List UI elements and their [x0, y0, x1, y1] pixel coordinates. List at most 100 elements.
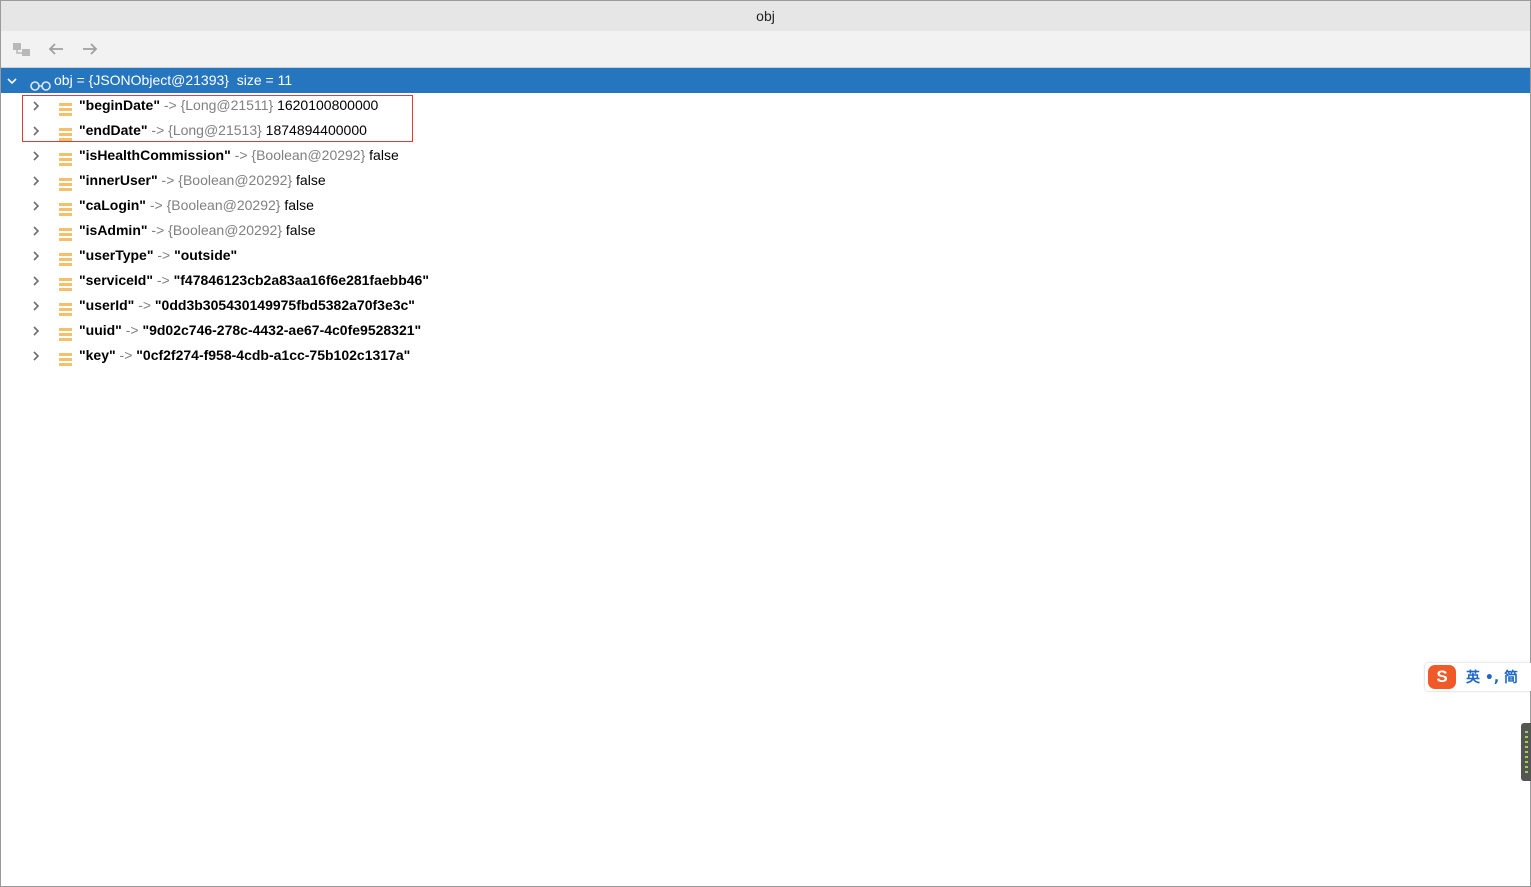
back-arrow-icon[interactable] — [46, 40, 66, 58]
entry-label: "key" -> "0cf2f274-f958-4cdb-a1cc-75b102… — [79, 343, 410, 368]
entry-value: "outside" — [174, 247, 238, 263]
entry-key: "endDate" — [79, 122, 148, 138]
entry-key: "userType" — [79, 247, 154, 263]
forward-arrow-icon[interactable] — [80, 40, 100, 58]
ime-status: 英 •, 简 — [1466, 670, 1519, 686]
entry-arrow: -> — [125, 322, 139, 338]
ime-toolbar[interactable]: S 英 •, 简 — [1425, 663, 1531, 691]
entry-label: "isAdmin" -> {Boolean@20292} false — [79, 218, 315, 243]
window-title: obj — [756, 8, 775, 24]
map-entry-icon — [59, 199, 72, 216]
entry-value: false — [296, 172, 326, 188]
entry-arrow: -> — [156, 272, 170, 288]
entry-value: false — [285, 222, 316, 238]
entry-value: false — [284, 197, 314, 213]
map-entry-icon — [59, 124, 72, 141]
entry-type: {Long@21511} — [180, 97, 274, 113]
entry-arrow: -> — [234, 147, 248, 163]
entry-value: "0cf2f274-f958-4cdb-a1cc-75b102c1317a" — [136, 347, 411, 363]
tree-row[interactable]: "endDate" -> {Long@21513} 1874894400000 — [1, 118, 1530, 143]
entry-arrow: -> — [151, 122, 165, 138]
map-entry-icon — [59, 349, 72, 366]
map-entry-icon — [59, 299, 72, 316]
entry-key: "beginDate" — [79, 97, 160, 113]
entry-arrow: -> — [138, 297, 152, 313]
chevron-right-icon[interactable] — [29, 343, 43, 368]
entry-key: "key" — [79, 347, 116, 363]
entry-type: {Boolean@20292} — [168, 222, 283, 238]
sogou-logo-icon: S — [1428, 665, 1456, 689]
entry-value: "f47846123cb2a83aa16f6e281faebb46" — [173, 272, 429, 288]
entry-label: "userType" -> "outside" — [79, 243, 237, 268]
chevron-right-icon[interactable] — [29, 93, 43, 118]
entry-label: "caLogin" -> {Boolean@20292} false — [79, 193, 314, 218]
entry-type: {Boolean@20292} — [178, 172, 293, 188]
entry-label: "uuid" -> "9d02c746-278c-4432-ae67-4c0fe… — [79, 318, 421, 343]
entry-value: 1620100800000 — [277, 97, 379, 113]
entry-label: "endDate" -> {Long@21513} 1874894400000 — [79, 118, 367, 143]
entry-value: "9d02c746-278c-4432-ae67-4c0fe9528321" — [142, 322, 422, 338]
entry-label: "beginDate" -> {Long@21511} 162010080000… — [79, 93, 378, 118]
toolbar — [1, 31, 1530, 68]
root-type: {JSONObject@21393} — [88, 72, 229, 88]
entry-arrow: -> — [163, 97, 177, 113]
tree-root-row[interactable]: obj = {JSONObject@21393} size = 11 — [1, 68, 1530, 93]
tree-children: "beginDate" -> {Long@21511} 162010080000… — [1, 93, 1530, 368]
entry-label: "innerUser" -> {Boolean@20292} false — [79, 168, 326, 193]
chevron-right-icon[interactable] — [29, 218, 43, 243]
tree-row[interactable]: "innerUser" -> {Boolean@20292} false — [1, 168, 1530, 193]
entry-key: "isHealthCommission" — [79, 147, 231, 163]
chevron-right-icon[interactable] — [29, 243, 43, 268]
entry-value: 1874894400000 — [265, 122, 367, 138]
entry-label: "serviceId" -> "f47846123cb2a83aa16f6e28… — [79, 268, 429, 293]
chevron-right-icon[interactable] — [29, 293, 43, 318]
map-entry-icon — [59, 224, 72, 241]
entry-arrow: -> — [149, 197, 163, 213]
map-entry-icon — [59, 249, 72, 266]
chevron-right-icon[interactable] — [29, 193, 43, 218]
entry-type: {Boolean@20292} — [166, 197, 281, 213]
tree-row[interactable]: "key" -> "0cf2f274-f958-4cdb-a1cc-75b102… — [1, 343, 1530, 368]
entry-type: {Long@21513} — [168, 122, 262, 138]
root-label: obj = {JSONObject@21393} size = 11 — [54, 68, 292, 93]
entry-key: "innerUser" — [79, 172, 158, 188]
root-size: size = 11 — [236, 72, 293, 88]
entry-type: {Boolean@20292} — [251, 147, 366, 163]
tree-row[interactable]: "isHealthCommission" -> {Boolean@20292} … — [1, 143, 1530, 168]
variables-tree: obj = {JSONObject@21393} size = 11 "begi… — [1, 68, 1530, 368]
tree-row[interactable]: "caLogin" -> {Boolean@20292} false — [1, 193, 1530, 218]
map-entry-icon — [59, 149, 72, 166]
tree-row[interactable]: "userId" -> "0dd3b305430149975fbd5382a70… — [1, 293, 1530, 318]
map-entry-icon — [59, 324, 72, 341]
root-eq: = — [76, 72, 85, 88]
map-entry-icon — [59, 274, 72, 291]
tree-row[interactable]: "beginDate" -> {Long@21511} 162010080000… — [1, 93, 1530, 118]
debugger-window: obj obj = {JSONObject@21393} size = 11 "… — [0, 0, 1531, 887]
entry-key: "uuid" — [79, 322, 122, 338]
entry-arrow: -> — [161, 172, 175, 188]
chevron-right-icon[interactable] — [29, 268, 43, 293]
entry-key: "serviceId" — [79, 272, 153, 288]
entry-value: "0dd3b305430149975fbd5382a70f3e3c" — [154, 297, 415, 313]
entry-arrow: -> — [119, 347, 133, 363]
tree-row[interactable]: "uuid" -> "9d02c746-278c-4432-ae67-4c0fe… — [1, 318, 1530, 343]
entry-key: "userId" — [79, 297, 135, 313]
chevron-right-icon[interactable] — [29, 143, 43, 168]
map-entry-icon — [59, 99, 72, 116]
tree-row[interactable]: "isAdmin" -> {Boolean@20292} false — [1, 218, 1530, 243]
map-entry-icon — [59, 174, 72, 191]
hierarchy-icon[interactable] — [12, 40, 32, 58]
chevron-down-icon[interactable] — [5, 68, 19, 93]
entry-label: "isHealthCommission" -> {Boolean@20292} … — [79, 143, 399, 168]
side-widget[interactable] — [1521, 723, 1531, 781]
tree-row[interactable]: "userType" -> "outside" — [1, 243, 1530, 268]
chevron-right-icon[interactable] — [29, 118, 43, 143]
entry-label: "userId" -> "0dd3b305430149975fbd5382a70… — [79, 293, 415, 318]
entry-arrow: -> — [151, 222, 165, 238]
tree-row[interactable]: "serviceId" -> "f47846123cb2a83aa16f6e28… — [1, 268, 1530, 293]
chevron-right-icon[interactable] — [29, 168, 43, 193]
chevron-right-icon[interactable] — [29, 318, 43, 343]
entry-value: false — [369, 147, 399, 163]
entry-arrow: -> — [157, 247, 171, 263]
title-bar: obj — [1, 1, 1530, 31]
